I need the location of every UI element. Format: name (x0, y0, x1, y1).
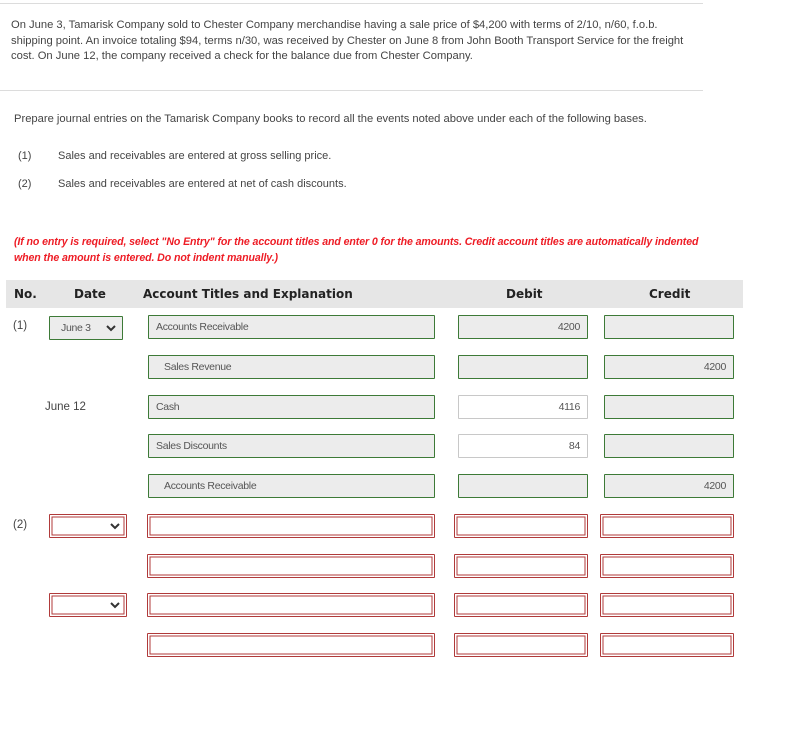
date-select-value: June 3 (61, 322, 91, 334)
account-title-value: Accounts Receivable (156, 321, 249, 333)
debit-field[interactable] (458, 474, 588, 498)
debit-field[interactable] (454, 554, 588, 578)
entry-number: (2) (13, 519, 28, 531)
header-debit: Debit (506, 287, 543, 301)
credit-field[interactable]: 4200 (604, 474, 734, 498)
account-title-field[interactable]: Accounts Receivable (148, 474, 435, 498)
account-title-field[interactable]: Accounts Receivable (148, 315, 435, 339)
debit-field[interactable]: 4200 (458, 315, 588, 339)
entry-number: (1) (13, 320, 28, 332)
chevron-down-icon (110, 521, 120, 531)
problem-text: On June 3, Tamarisk Company sold to Ches… (11, 19, 684, 62)
date-select[interactable] (49, 514, 127, 538)
entry-note: (If no entry is required, select "No Ent… (14, 236, 699, 264)
credit-field[interactable] (600, 554, 734, 578)
account-title-field[interactable] (147, 554, 435, 578)
debit-value: 4116 (558, 401, 581, 413)
credit-field[interactable]: 4200 (604, 355, 734, 379)
credit-field[interactable] (600, 514, 734, 538)
credit-value: 4200 (703, 480, 726, 492)
credit-field[interactable] (600, 633, 734, 657)
header-date: Date (74, 287, 106, 301)
base-text: Sales and receivables are entered at gro… (58, 150, 332, 162)
credit-field[interactable] (604, 434, 734, 458)
account-title-value: Accounts Receivable (164, 480, 257, 492)
base-item: (2) Sales and receivables are entered at… (18, 178, 347, 206)
debit-field[interactable] (458, 355, 588, 379)
debit-field[interactable]: 84 (458, 434, 588, 458)
base-number: (2) (18, 178, 32, 190)
header-no: No. (14, 287, 37, 301)
account-title-value: Sales Discounts (156, 440, 227, 452)
bases-list: (1) Sales and receivables are entered at… (18, 150, 347, 206)
debit-value: 84 (568, 440, 580, 452)
base-text: Sales and receivables are entered at net… (58, 178, 347, 190)
date-select[interactable] (49, 593, 127, 617)
account-title-field[interactable] (147, 514, 435, 538)
account-title-field[interactable] (147, 593, 435, 617)
account-title-value: Cash (156, 401, 180, 413)
debit-field[interactable] (454, 633, 588, 657)
instructions: Prepare journal entries on the Tamarisk … (14, 113, 647, 125)
chevron-down-icon (110, 600, 120, 610)
header-account: Account Titles and Explanation (143, 287, 353, 301)
base-item: (1) Sales and receivables are entered at… (18, 150, 347, 178)
account-title-value: Sales Revenue (164, 361, 232, 373)
journal-table-header: No. Date Account Titles and Explanation … (6, 280, 743, 308)
account-title-field[interactable] (147, 633, 435, 657)
debit-field[interactable] (454, 514, 588, 538)
date-select[interactable]: June 3 (49, 316, 123, 340)
account-title-field[interactable]: Sales Revenue (148, 355, 435, 379)
debit-field[interactable]: 4116 (458, 395, 588, 419)
header-credit: Credit (649, 287, 691, 301)
account-title-field[interactable]: Sales Discounts (148, 434, 435, 458)
credit-value: 4200 (703, 361, 726, 373)
credit-field[interactable] (600, 593, 734, 617)
account-title-field[interactable]: Cash (148, 395, 435, 419)
debit-value: 4200 (557, 321, 580, 333)
credit-field[interactable] (604, 395, 734, 419)
chevron-down-icon (106, 323, 116, 333)
date-label: June 12 (45, 401, 86, 413)
base-number: (1) (18, 150, 32, 162)
credit-field[interactable] (604, 315, 734, 339)
debit-field[interactable] (454, 593, 588, 617)
problem-statement: On June 3, Tamarisk Company sold to Ches… (0, 3, 703, 91)
